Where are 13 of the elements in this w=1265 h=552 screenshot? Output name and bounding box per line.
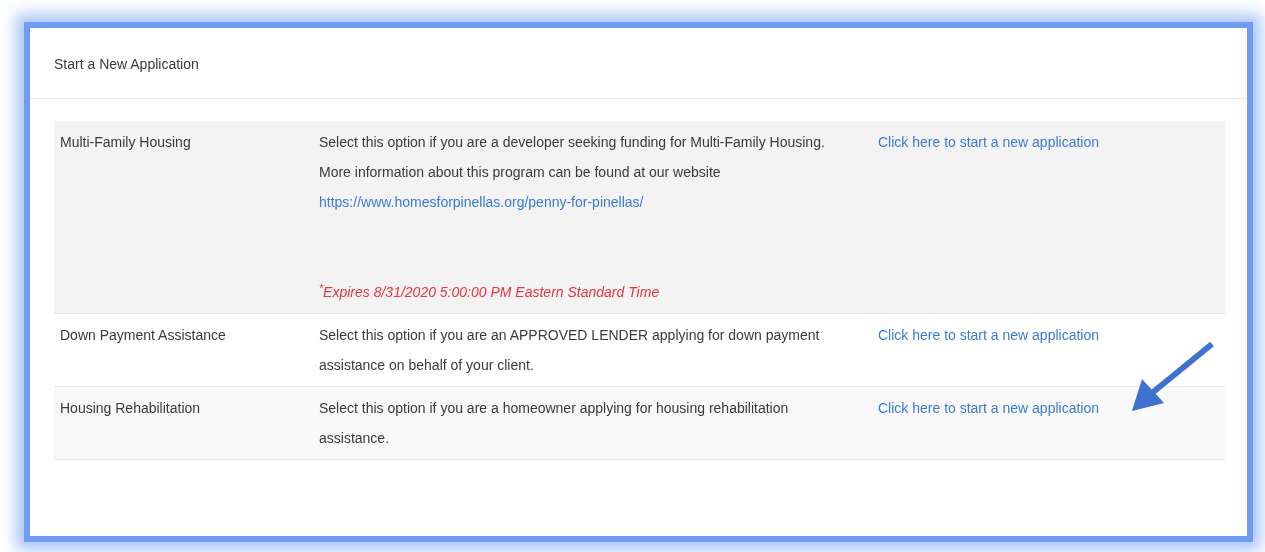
program-description: Select this option if you are a homeowner applying for housing rehabilitation assistance. — [319, 399, 790, 448]
start-application-link[interactable]: Click here to start a new application — [878, 134, 1099, 150]
expiry-note: $^{*}$Expires 8/31/2020 5:00:00 PM Eastern Standard Time — [319, 280, 660, 302]
program-description: Select this option if you are a developer seeking funding for Multi-Family Housing. — [319, 133, 826, 152]
program-name: Multi-Family Housing — [60, 134, 191, 150]
program-name: Down Payment Assistance — [60, 327, 226, 343]
start-application-link[interactable]: Click here to start a new application — [878, 327, 1099, 343]
start-application-link[interactable]: Click here to start a new application — [878, 400, 1099, 416]
program-name: Housing Rehabilitation — [60, 400, 201, 416]
card-title: Start a New Application — [54, 56, 199, 72]
info-text: More information about this program can be found at our website — [319, 163, 722, 182]
program-description: Select this option if you are an APPROVED LENDER applying for down payment assistance on behalf of your client. — [319, 326, 821, 375]
website-link[interactable]: https://www.homesforpinellas.org/penny-for-pinellas/ — [319, 194, 644, 210]
